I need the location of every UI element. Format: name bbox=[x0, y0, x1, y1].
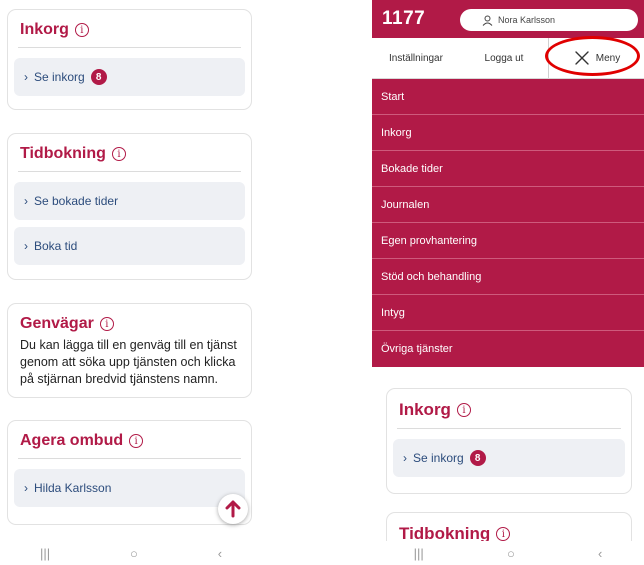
divider bbox=[18, 171, 241, 172]
menu-item-certificates[interactable]: Intyg bbox=[372, 295, 644, 331]
see-inbox-link[interactable]: › Se inkorg 8 bbox=[393, 439, 625, 477]
chevron-right-icon: › bbox=[403, 451, 407, 465]
menu-item-support-treatment[interactable]: Stöd och behandling bbox=[372, 259, 644, 295]
proxy-card-title: Agera ombud i bbox=[8, 421, 251, 458]
proxy-card: Agera ombud i › Hilda Karlsson bbox=[7, 420, 252, 525]
chevron-right-icon: › bbox=[24, 194, 28, 208]
chevron-right-icon: › bbox=[24, 481, 28, 495]
info-icon[interactable]: i bbox=[129, 434, 144, 448]
shortcuts-line: på stjärnan bredvid tjänstens namn. bbox=[20, 372, 219, 386]
inbox-card-title: Inkorg i bbox=[387, 389, 631, 428]
menu-label: Meny bbox=[595, 52, 621, 64]
menu-item-journal[interactable]: Journalen bbox=[372, 187, 644, 223]
close-icon bbox=[575, 51, 589, 65]
book-time-label: Boka tid bbox=[34, 239, 78, 253]
logout-button[interactable]: Logga ut bbox=[460, 38, 548, 78]
home-icon[interactable]: ○ bbox=[507, 546, 515, 561]
menu-item-booked-times[interactable]: Bokade tider bbox=[372, 151, 644, 187]
scroll-to-top-button[interactable] bbox=[218, 494, 248, 524]
inbox-card: Inkorg i › Se inkorg 8 bbox=[386, 388, 632, 494]
shortcuts-title: Genvägar bbox=[20, 315, 94, 332]
divider bbox=[18, 47, 241, 48]
back-icon[interactable]: ‹ bbox=[218, 546, 222, 561]
menu-item-self-testing[interactable]: Egen provhantering bbox=[372, 223, 644, 259]
settings-label: Inställningar bbox=[389, 52, 443, 64]
proxy-person-link[interactable]: › Hilda Karlsson bbox=[14, 469, 245, 507]
unread-badge: 8 bbox=[90, 69, 107, 85]
logout-label: Logga ut bbox=[484, 52, 524, 64]
back-icon[interactable]: ‹ bbox=[598, 546, 602, 561]
logo[interactable]: 1177 bbox=[382, 8, 425, 30]
arrow-up-icon bbox=[225, 500, 241, 518]
see-booked-times-label: Se bokade tider bbox=[34, 194, 119, 208]
info-icon[interactable]: i bbox=[99, 317, 114, 331]
shortcuts-card: Genvägar i Du kan lägga till en genväg t… bbox=[7, 303, 252, 398]
see-inbox-label: Se inkorg bbox=[34, 70, 85, 84]
account-bar: Inställningar Logga ut Meny bbox=[372, 38, 644, 79]
info-icon[interactable]: i bbox=[496, 527, 511, 541]
menu-item-start[interactable]: Start bbox=[372, 79, 644, 115]
chevron-right-icon: › bbox=[24, 70, 28, 84]
see-inbox-label: Se inkorg bbox=[413, 451, 464, 465]
user-pill[interactable]: Nora Karlsson bbox=[460, 9, 638, 31]
android-nav-bar: ||| ○ ‹ bbox=[372, 541, 644, 565]
inbox-card-title: Inkorg i bbox=[8, 10, 251, 47]
menu-button[interactable]: Meny bbox=[548, 38, 644, 78]
settings-button[interactable]: Inställningar bbox=[372, 38, 460, 78]
menu-item-other-services[interactable]: Övriga tjänster bbox=[372, 331, 644, 367]
right-screen: 1177 Nora Karlsson Inställningar Logga u… bbox=[372, 0, 644, 565]
see-booked-times-link[interactable]: › Se bokade tider bbox=[14, 182, 245, 220]
shortcuts-card-title: Genvägar i bbox=[8, 304, 251, 337]
shortcuts-line: genom att söka upp tjänsten och klicka bbox=[20, 355, 236, 369]
home-icon[interactable]: ○ bbox=[130, 546, 138, 561]
left-screen: Inkorg i › Se inkorg 8 Tidbokning i › Se… bbox=[0, 0, 262, 565]
divider bbox=[397, 428, 621, 429]
user-name: Nora Karlsson bbox=[498, 15, 556, 25]
info-icon[interactable]: i bbox=[74, 23, 89, 37]
menu-item-inbox[interactable]: Inkorg bbox=[372, 115, 644, 151]
shortcuts-line: Du kan lägga till en genväg till en tjän… bbox=[20, 338, 237, 352]
chevron-right-icon: › bbox=[24, 239, 28, 253]
booking-title: Tidbokning bbox=[20, 145, 106, 162]
android-nav-bar: ||| ○ ‹ bbox=[0, 541, 262, 565]
booking-card-title: Tidbokning i bbox=[8, 134, 251, 171]
inbox-title: Inkorg bbox=[399, 400, 451, 419]
top-bar: 1177 Nora Karlsson bbox=[372, 0, 644, 38]
user-icon bbox=[482, 15, 493, 26]
recent-apps-icon[interactable]: ||| bbox=[414, 546, 424, 561]
proxy-title: Agera ombud bbox=[20, 432, 124, 449]
divider bbox=[18, 458, 241, 459]
inbox-card: Inkorg i › Se inkorg 8 bbox=[7, 9, 252, 110]
main-menu: Start Inkorg Bokade tider Journalen Egen… bbox=[372, 79, 644, 367]
see-inbox-link[interactable]: › Se inkorg 8 bbox=[14, 58, 245, 96]
info-icon[interactable]: i bbox=[456, 403, 471, 417]
inbox-title: Inkorg bbox=[20, 21, 69, 38]
booking-card: Tidbokning i › Se bokade tider › Boka ti… bbox=[7, 133, 252, 280]
book-time-link[interactable]: › Boka tid bbox=[14, 227, 245, 265]
recent-apps-icon[interactable]: ||| bbox=[40, 546, 50, 561]
unread-badge: 8 bbox=[469, 450, 486, 466]
proxy-person-label: Hilda Karlsson bbox=[34, 481, 112, 495]
shortcuts-description: Du kan lägga till en genväg till en tjän… bbox=[8, 337, 251, 392]
info-icon[interactable]: i bbox=[111, 147, 126, 161]
